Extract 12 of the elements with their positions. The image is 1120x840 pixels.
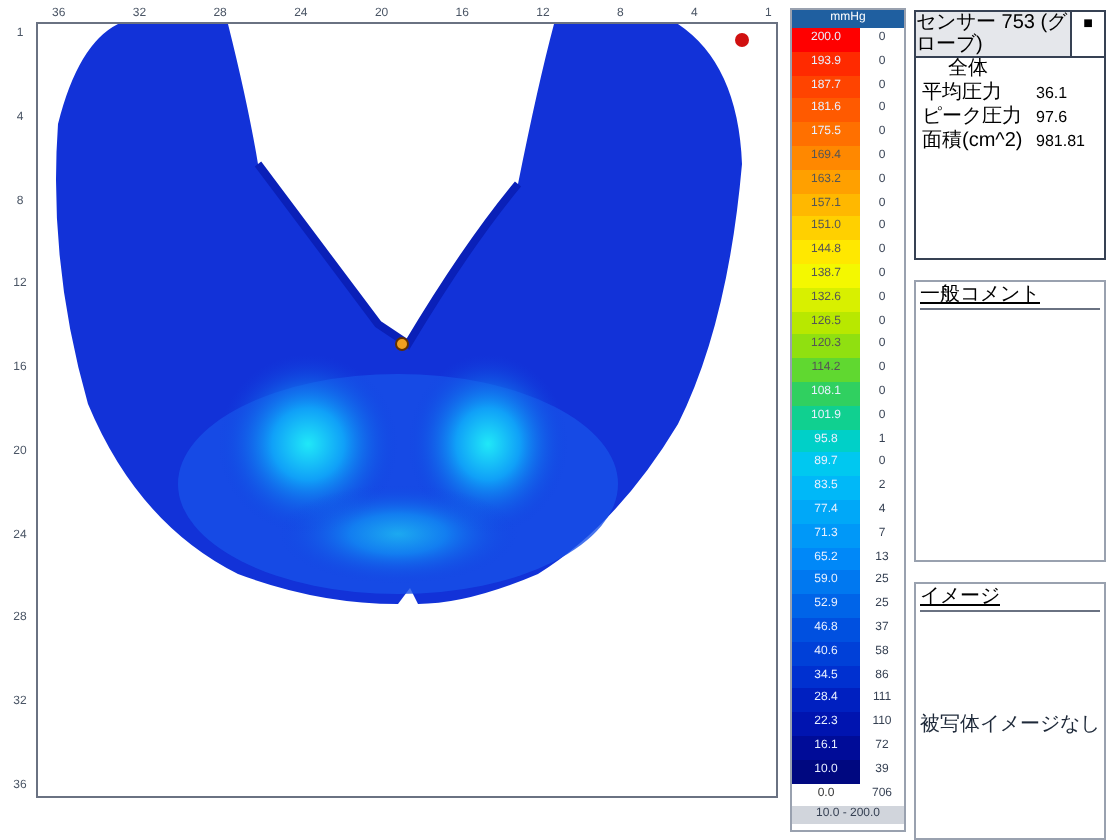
stats-label: ピーク圧力: [920, 106, 1024, 129]
stats-label: 平均圧力: [920, 82, 1004, 105]
comment-title: 一般コメント: [920, 282, 1100, 311]
stats-label: 面積(cm^2): [920, 130, 1025, 154]
stats-header-value: ■: [1081, 12, 1095, 36]
stats-group: 全体: [916, 58, 1104, 82]
stats-value: 97.6: [1036, 106, 1068, 130]
stats-header: センサー 753 (グローブ): [916, 12, 1072, 56]
stats-value: 981.81: [1036, 130, 1085, 154]
no-image-text: 被写体イメージなし: [920, 711, 1100, 740]
stats-value: 36.1: [1036, 82, 1068, 106]
image-title: イメージ: [920, 583, 1100, 612]
